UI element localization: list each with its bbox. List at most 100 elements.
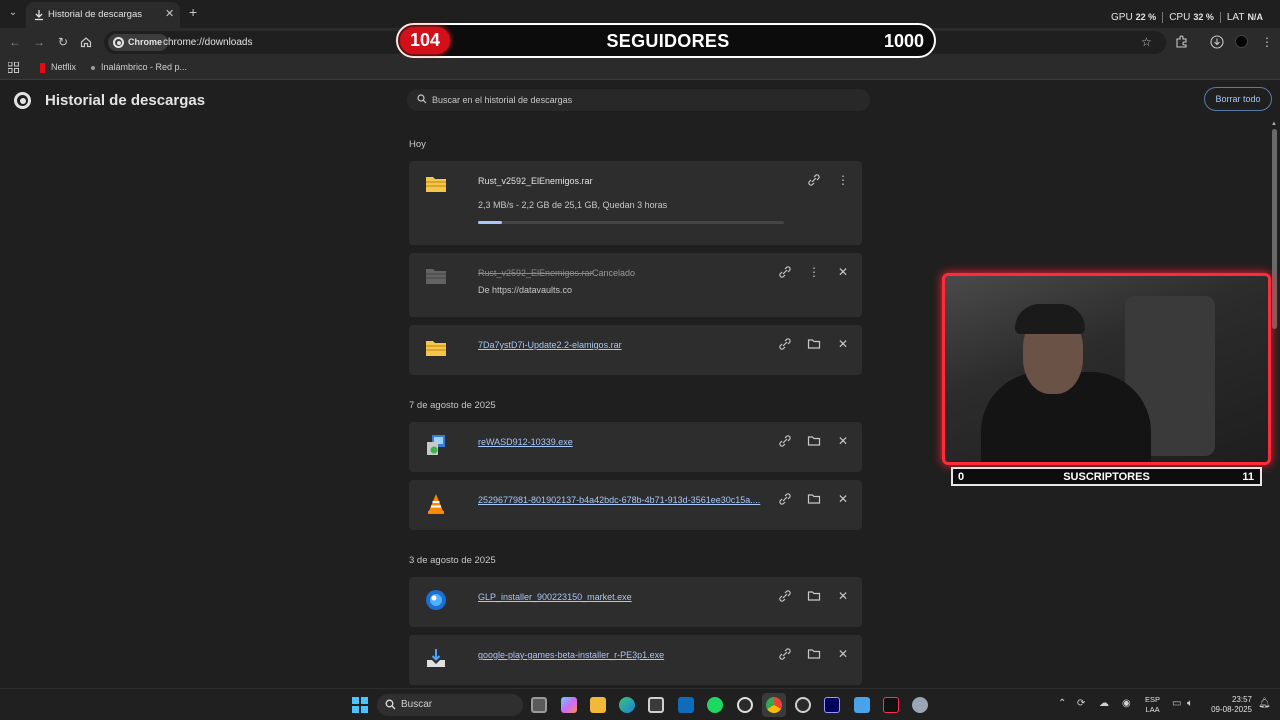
copy-link-icon[interactable] — [778, 589, 792, 603]
volume-icon[interactable]: 🔈︎ — [1187, 698, 1193, 710]
copy-link-icon[interactable] — [778, 265, 792, 279]
download-item: 7Da7ystD7i-Update2.2-elamigos.rar ✕ — [409, 325, 862, 375]
chrome-taskbar-icon[interactable] — [766, 697, 782, 713]
network-icon[interactable]: ▭ — [1172, 698, 1181, 710]
tab-close-icon[interactable]: ✕ — [165, 7, 174, 20]
settings-gear-icon[interactable] — [912, 697, 928, 713]
tray-sync-icon[interactable]: ⟳ — [1077, 698, 1085, 710]
progress-fill — [478, 221, 503, 224]
xbox-icon[interactable] — [737, 697, 753, 713]
remove-icon[interactable]: ✕ — [836, 434, 850, 448]
copy-link-icon[interactable] — [778, 337, 792, 351]
show-in-folder-icon[interactable] — [807, 434, 821, 448]
steam-icon[interactable] — [795, 697, 811, 713]
forward-arrow-icon[interactable]: → — [32, 35, 46, 49]
downloads-toolbar-icon[interactable] — [1210, 35, 1224, 49]
new-tab-button[interactable]: + — [189, 5, 197, 19]
tab-downloads[interactable]: Historial de descargas ✕ — [26, 2, 180, 28]
scrollbar[interactable]: ▲ — [1271, 121, 1278, 688]
file-explorer-icon[interactable] — [590, 697, 606, 713]
remove-icon[interactable]: ✕ — [836, 337, 850, 351]
url-text[interactable]: chrome://downloads — [163, 37, 253, 48]
download-item: reWASD912-10339.exe ✕ — [409, 422, 862, 472]
file-link[interactable]: 2529677981-801902137-b4a42bdc-678b-4b71-… — [478, 495, 760, 505]
spotify-icon[interactable] — [707, 697, 723, 713]
subscribers-goal: 11 — [1242, 471, 1254, 483]
downloads-search-input[interactable]: Buscar en el historial de descargas — [407, 89, 870, 111]
reload-icon[interactable]: ↻ — [56, 35, 70, 49]
file-link[interactable]: 7Da7ystD7i-Update2.2-elamigos.rar — [478, 340, 622, 350]
bookmark-wireless[interactable]: Inalámbrico - Red p... — [91, 62, 187, 72]
file-name[interactable]: Rust_v2592_ElEnemigos.rar — [478, 176, 593, 186]
copy-link-icon[interactable] — [807, 173, 821, 187]
show-in-folder-icon[interactable] — [807, 589, 821, 603]
show-in-folder-icon[interactable] — [807, 647, 821, 661]
tray-mic-icon[interactable]: ◉ — [1122, 698, 1131, 710]
tray-chevron-icon[interactable]: ⌃ — [1058, 698, 1066, 710]
installer-download-icon — [427, 649, 445, 667]
remove-icon[interactable]: ✕ — [836, 492, 850, 506]
tiktok-icon[interactable] — [883, 697, 899, 713]
remove-icon[interactable]: ✕ — [836, 265, 850, 279]
store-icon[interactable] — [648, 697, 664, 713]
copy-link-icon[interactable] — [778, 434, 792, 448]
task-view-icon[interactable] — [531, 697, 547, 713]
edge-icon[interactable] — [619, 697, 635, 713]
taskbar-search[interactable]: Buscar — [377, 694, 523, 716]
back-arrow-icon[interactable]: ← — [8, 35, 22, 49]
cpu-label: CPU — [1169, 12, 1191, 24]
date-header: 7 de agosto de 2025 — [409, 400, 496, 411]
remove-icon[interactable]: ✕ — [836, 589, 850, 603]
vlc-cone-icon — [428, 494, 444, 514]
download-item: Rust_v2592_ElEnemigos.rar 2,3 MB/s - 2,2… — [409, 161, 862, 245]
notification-bell-icon[interactable]: 🔔︎ — [1258, 698, 1271, 710]
tray-cloud-icon[interactable]: ☁ — [1099, 698, 1109, 710]
copy-link-icon[interactable] — [778, 647, 792, 661]
system-clock[interactable]: 23:57 09-08-2025 — [1208, 695, 1252, 715]
taskbar-search-label: Buscar — [401, 699, 433, 710]
followers-title: SEGUIDORES — [606, 31, 730, 51]
page-title: Historial de descargas — [45, 92, 206, 109]
date-header: 3 de agosto de 2025 — [409, 555, 496, 566]
clear-all-button[interactable]: Borrar todo — [1204, 87, 1272, 111]
site-chip-label: Chrome — [128, 37, 163, 47]
premiere-icon[interactable] — [824, 697, 840, 713]
webcam-overlay — [942, 273, 1271, 465]
remove-icon[interactable]: ✕ — [836, 647, 850, 661]
file-link[interactable]: reWASD912-10339.exe — [478, 437, 573, 447]
photos-icon[interactable] — [854, 697, 870, 713]
language-indicator[interactable]: ESP LAA — [1145, 695, 1160, 715]
file-link[interactable]: GLP_installer_900223150_market.exe — [478, 592, 632, 602]
cpu-value: 32 % — [1193, 12, 1214, 23]
copy-link-icon[interactable] — [778, 492, 792, 506]
glp-installer-icon — [426, 590, 446, 610]
menu-dots-icon[interactable]: ⋮ — [1261, 35, 1273, 49]
show-in-folder-icon[interactable] — [807, 492, 821, 506]
bookmark-netflix[interactable]: Netflix — [40, 62, 76, 73]
site-chip[interactable]: Chrome — [108, 34, 169, 51]
home-icon[interactable] — [80, 36, 92, 48]
scrollbar-thumb[interactable] — [1272, 129, 1277, 329]
bookmark-label: Netflix — [51, 62, 77, 72]
copilot-icon[interactable] — [561, 697, 577, 713]
start-button[interactable] — [352, 697, 368, 713]
more-actions-icon[interactable]: ⋮ — [807, 265, 821, 279]
file-link[interactable]: google-play-games-beta-installer_r-PE3p1… — [478, 650, 664, 660]
download-item: Rust_v2592_ElEnemigos.rar Cancelado De h… — [409, 253, 862, 317]
tab-search-chevron-icon[interactable]: ⌄ — [6, 6, 20, 20]
extensions-icon[interactable] — [1175, 35, 1188, 48]
profile-avatar[interactable] — [1235, 35, 1248, 48]
followers-goal: 1000 — [883, 31, 924, 51]
archive-file-icon — [426, 269, 446, 284]
date-header: Hoy — [409, 139, 426, 150]
show-in-folder-icon[interactable] — [807, 337, 821, 351]
apps-grid-icon[interactable] — [8, 62, 19, 73]
bookmark-star-icon[interactable]: ☆ — [1141, 35, 1152, 49]
chrome-icon — [113, 37, 124, 48]
bookmarks-bar: Netflix Inalámbrico - Red p... — [0, 56, 1280, 80]
netflix-icon — [40, 62, 45, 73]
outlook-icon[interactable] — [678, 697, 694, 713]
more-actions-icon[interactable]: ⋮ — [836, 173, 850, 187]
subscribers-overlay: SUSCRIPTORES 0 11 — [951, 467, 1262, 486]
search-icon — [417, 94, 427, 104]
